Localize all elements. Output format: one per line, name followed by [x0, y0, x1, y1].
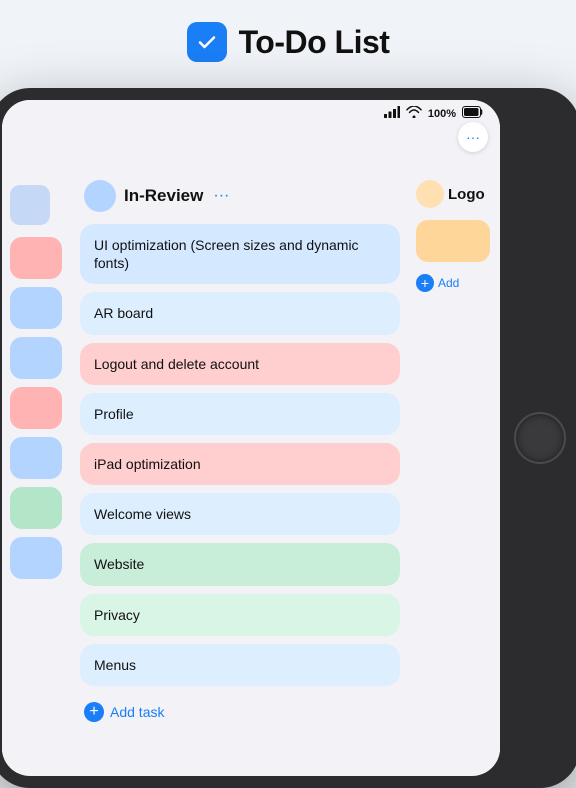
screen-topbar: ··· — [2, 122, 500, 152]
task-card[interactable]: Website — [80, 543, 400, 585]
more-options-button[interactable]: ··· — [458, 122, 488, 152]
ellipsis-icon: ··· — [466, 129, 480, 145]
column-header: In-Review ··· — [80, 180, 400, 212]
list-item[interactable] — [10, 337, 62, 379]
list-item[interactable] — [10, 287, 62, 329]
column-title: In-Review — [124, 186, 203, 206]
battery-icon — [462, 106, 484, 121]
task-card[interactable]: Welcome views — [80, 493, 400, 535]
task-card[interactable]: Menus — [80, 644, 400, 686]
add-task-button[interactable]: + Add task — [80, 694, 168, 730]
task-label: Menus — [94, 657, 136, 673]
list-item[interactable] — [10, 487, 62, 529]
task-card[interactable]: Privacy — [80, 594, 400, 636]
left-column — [2, 125, 70, 773]
right-column: Logo + Add — [410, 125, 500, 773]
task-label: AR board — [94, 305, 153, 321]
list-item[interactable] — [416, 220, 490, 262]
middle-column: In-Review ··· UI optimization (Screen si… — [70, 125, 410, 773]
app-header: To-Do List — [0, 0, 576, 76]
task-label: Logout and delete account — [94, 356, 259, 372]
screen-content: In-Review ··· UI optimization (Screen si… — [2, 125, 500, 773]
task-label: Welcome views — [94, 506, 191, 522]
list-item[interactable] — [10, 537, 62, 579]
right-add-task-button[interactable]: + Add — [416, 274, 490, 292]
task-label: Privacy — [94, 607, 140, 623]
task-card[interactable]: iPad optimization — [80, 443, 400, 485]
left-col-header — [10, 185, 50, 225]
wifi-icon — [406, 106, 422, 121]
home-button[interactable] — [514, 412, 566, 464]
right-column-title: Logo — [448, 186, 485, 203]
task-card[interactable]: Logout and delete account — [80, 343, 400, 385]
list-item[interactable] — [10, 387, 62, 429]
ipad-screen: 100% ··· — [2, 100, 500, 776]
task-label: iPad optimization — [94, 456, 201, 472]
right-col-header: Logo — [416, 180, 490, 208]
task-card[interactable]: UI optimization (Screen sizes and dynami… — [80, 224, 400, 284]
task-label: UI optimization (Screen sizes and dynami… — [94, 237, 359, 271]
right-add-icon: + — [416, 274, 434, 292]
right-column-indicator — [416, 180, 444, 208]
signal-icon — [384, 106, 400, 121]
checkmark-icon — [195, 30, 219, 54]
add-task-label: Add task — [110, 704, 164, 720]
column-dots-icon[interactable]: ··· — [213, 187, 229, 205]
app-title: To-Do List — [239, 24, 390, 61]
app-icon — [187, 22, 227, 62]
list-item[interactable] — [10, 437, 62, 479]
right-add-label: Add — [438, 276, 459, 290]
column-color-indicator — [84, 180, 116, 212]
task-label: Profile — [94, 406, 134, 422]
battery-percent: 100% — [428, 108, 456, 120]
task-card[interactable]: AR board — [80, 292, 400, 334]
ipad-frame: 100% ··· — [0, 88, 576, 788]
task-card[interactable]: Profile — [80, 393, 400, 435]
list-item[interactable] — [10, 237, 62, 279]
task-label: Website — [94, 556, 144, 572]
add-icon: + — [84, 702, 104, 722]
